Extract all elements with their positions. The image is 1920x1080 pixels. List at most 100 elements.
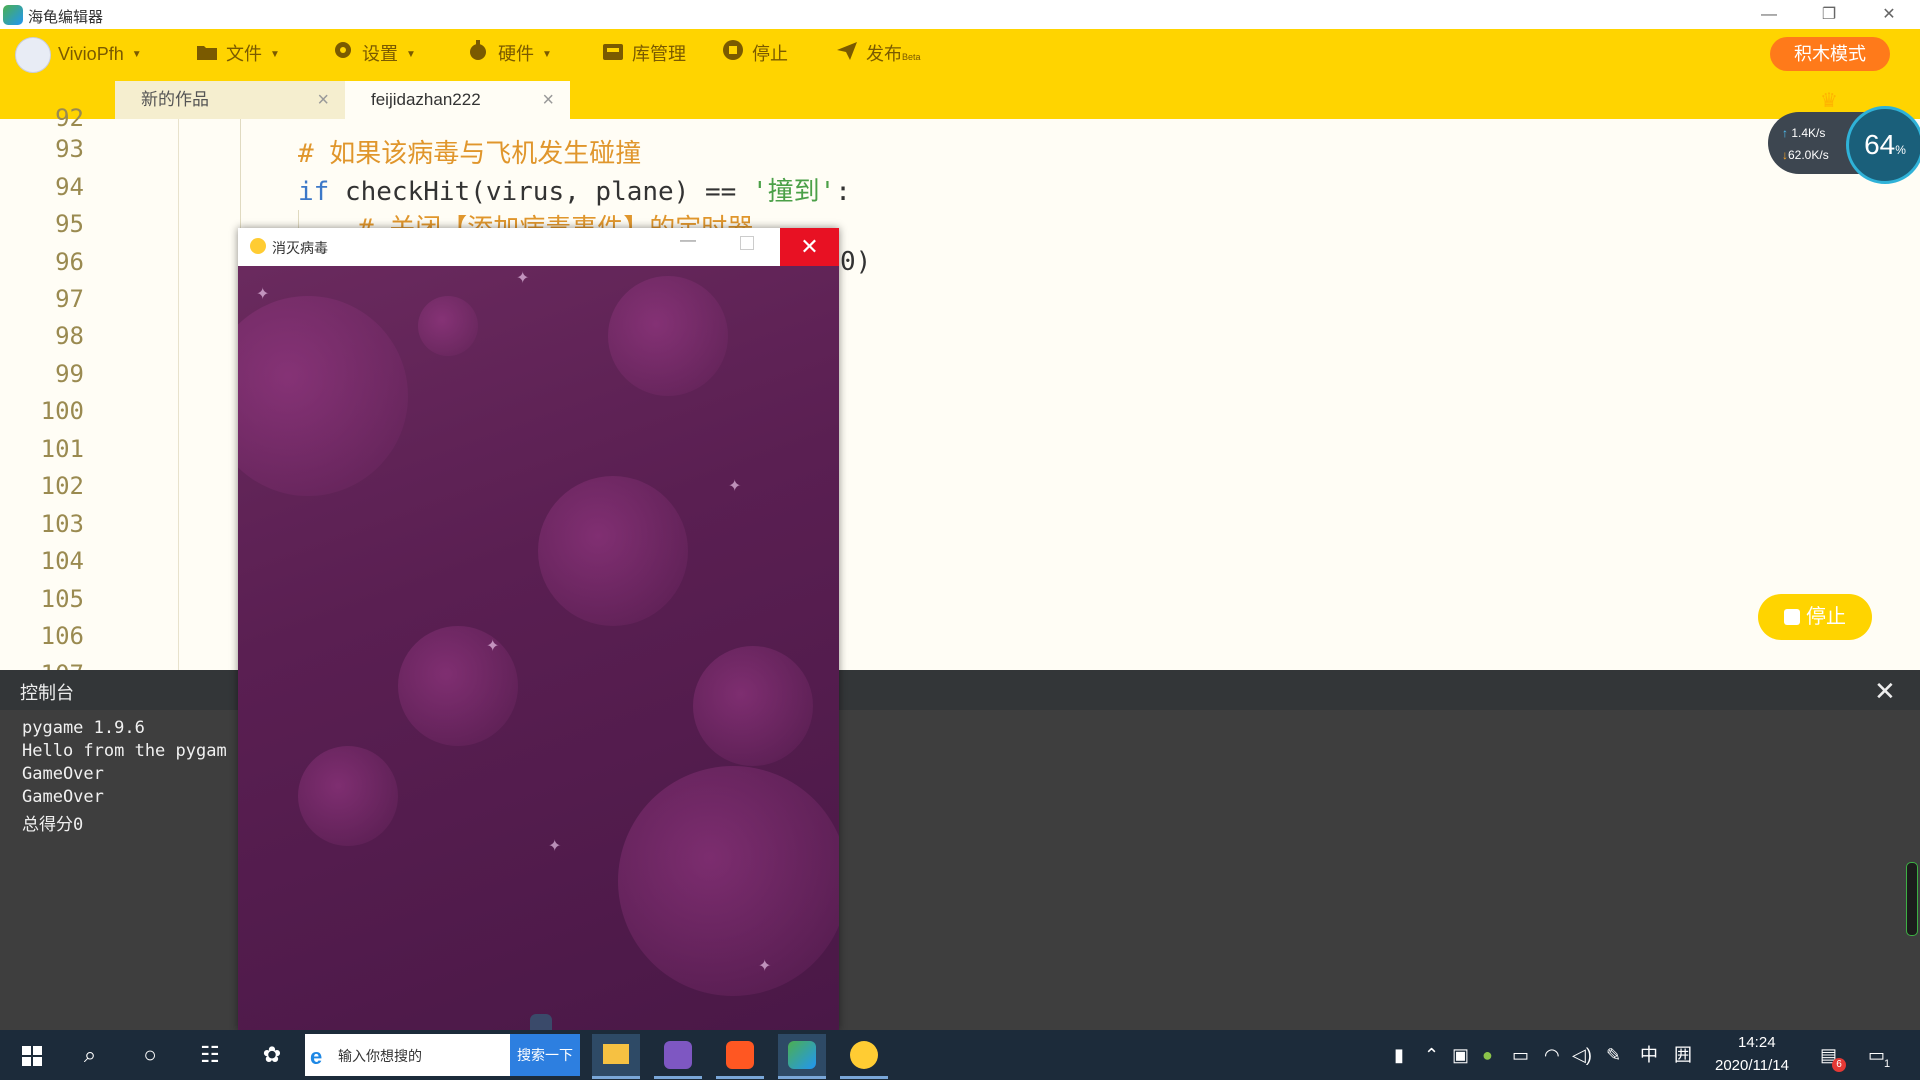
upload-speed: ↑ 1.4K/s (1782, 126, 1826, 140)
game-canvas[interactable]: ✦ ✦ ✦ ✦ ✦ ✦ (238, 266, 839, 1030)
chevron-down-icon: ▼ (131, 49, 142, 61)
line-number: 92 (55, 104, 84, 132)
user-name: VivioPfh (58, 44, 124, 64)
vip-crown-icon: ♛ (1820, 90, 1838, 112)
file-menu-label: 文件 (226, 44, 262, 64)
code-text: 0) (840, 247, 872, 277)
close-button[interactable]: ✕ (1860, 0, 1918, 29)
stop-label: 停止 (752, 44, 788, 64)
app-logo-icon (3, 5, 23, 25)
floating-stop-button[interactable]: 停止 (1758, 594, 1872, 640)
brave-browser-icon[interactable] (716, 1034, 764, 1079)
line-number: 106 (40, 622, 84, 650)
line-number: 100 (40, 397, 84, 425)
plane-sprite (530, 1014, 552, 1030)
restore-button[interactable]: ❐ (1800, 0, 1858, 29)
user-menu[interactable]: VivioPfh ▼ (58, 29, 142, 79)
search-placeholder: 输入你想搜的 (338, 1048, 422, 1064)
sparkle-icon: ✦ (256, 286, 270, 303)
sparkle-icon: ✦ (486, 638, 500, 655)
line-number: 101 (40, 435, 84, 463)
battery-charge-icon[interactable]: ▮ (1394, 1030, 1404, 1080)
robot-icon (466, 30, 490, 80)
action-center-icon[interactable]: ▭ (1868, 1030, 1885, 1080)
virus-graphic (238, 296, 408, 496)
settings-menu[interactable]: 设置 ▼ (332, 29, 416, 79)
mascot-app-icon[interactable] (654, 1034, 702, 1079)
gear-icon (332, 30, 354, 80)
search-button[interactable]: 搜索一下 (510, 1034, 580, 1076)
code-text: : (835, 177, 851, 207)
stop-button[interactable]: 停止 (722, 29, 788, 79)
chevron-down-icon: ▼ (542, 49, 552, 61)
hardware-menu[interactable]: 硬件 ▼ (466, 29, 552, 79)
turtle-editor-icon[interactable] (778, 1034, 826, 1079)
display-icon[interactable]: ▣ (1452, 1030, 1469, 1080)
line-number: 104 (40, 547, 84, 575)
close-icon[interactable]: × (542, 81, 554, 119)
game-maximize-button[interactable] (740, 236, 754, 250)
ime-indicator[interactable]: 中 (1640, 1030, 1658, 1080)
stop-icon (1784, 609, 1800, 625)
code-text: checkHit(virus, plane) == (329, 177, 752, 207)
code-line: 0) (840, 247, 871, 277)
clock-date[interactable]: 2020/11/14 (1715, 1057, 1789, 1074)
virus-graphic (418, 296, 478, 356)
wifi-icon[interactable]: ◠ (1544, 1030, 1560, 1080)
virus-graphic (618, 766, 839, 996)
tab-label: feijidazhan222 (371, 90, 481, 109)
send-icon (836, 30, 858, 80)
minimize-button[interactable]: — (1740, 0, 1798, 29)
stop-icon (722, 30, 744, 80)
file-explorer-icon[interactable] (592, 1034, 640, 1079)
line-number: 96 (55, 248, 84, 276)
notes-icon[interactable]: ▤ (1820, 1030, 1837, 1080)
library-button[interactable]: 库管理 (602, 29, 686, 79)
tab-feijidazhan222[interactable]: feijidazhan222 × (345, 81, 570, 119)
publish-button[interactable]: 发布Beta (836, 29, 921, 79)
security-icon[interactable]: ● (1482, 1030, 1493, 1080)
virus-graphic (398, 626, 518, 746)
line-number: 105 (40, 585, 84, 613)
line-number: 103 (40, 510, 84, 538)
ime-mode-indicator[interactable]: 囲 (1674, 1030, 1692, 1080)
inbox-icon (602, 30, 624, 80)
tab-new-work[interactable]: 新的作品 × (115, 81, 345, 119)
code-string: '撞到' (751, 177, 836, 207)
avatar[interactable] (15, 37, 51, 73)
code-keyword: if (298, 177, 330, 207)
hardware-menu-label: 硬件 (498, 44, 534, 64)
game-window-title: 消灭病毒 (272, 240, 328, 256)
console-line: GameOver (22, 787, 104, 807)
scroll-indicator[interactable] (1906, 862, 1918, 936)
pinwheel-app-icon[interactable]: ✿ (248, 1030, 296, 1080)
pygame-app-icon[interactable] (840, 1034, 888, 1079)
battery-icon[interactable]: ▭ (1512, 1030, 1529, 1080)
pen-icon[interactable]: ✎ (1606, 1030, 1621, 1080)
library-label: 库管理 (632, 44, 686, 64)
virus-graphic (298, 746, 398, 846)
sparkle-icon: ✦ (728, 478, 742, 495)
file-menu[interactable]: 文件 ▼ (196, 29, 280, 79)
close-icon[interactable]: × (317, 81, 329, 119)
console-line: 总得分0 (22, 815, 84, 835)
console-title: 控制台 (20, 683, 74, 703)
tab-label: 新的作品 (141, 90, 209, 109)
game-close-button[interactable]: ✕ (780, 228, 839, 266)
windows-start-icon[interactable] (8, 1030, 56, 1080)
toolbar (0, 29, 1920, 79)
block-mode-button[interactable]: 积木模式 (1770, 37, 1890, 71)
console-close-button[interactable]: ✕ (1874, 676, 1896, 707)
volume-icon[interactable]: ◁) (1572, 1030, 1592, 1080)
line-number: 99 (55, 360, 84, 388)
tray-expand-icon[interactable]: ⌃ (1424, 1030, 1439, 1080)
notification-badge: 6 (1832, 1058, 1846, 1072)
virus-graphic (693, 646, 813, 766)
cortana-icon[interactable]: ○ (126, 1030, 174, 1080)
game-minimize-button[interactable]: — (680, 232, 696, 250)
pygame-icon (250, 238, 266, 254)
clock-time[interactable]: 14:24 (1738, 1034, 1776, 1051)
publish-label: 发布 (866, 44, 902, 64)
search-icon[interactable]: ⌕ (66, 1030, 114, 1080)
task-view-icon[interactable]: ☷ (186, 1030, 234, 1080)
